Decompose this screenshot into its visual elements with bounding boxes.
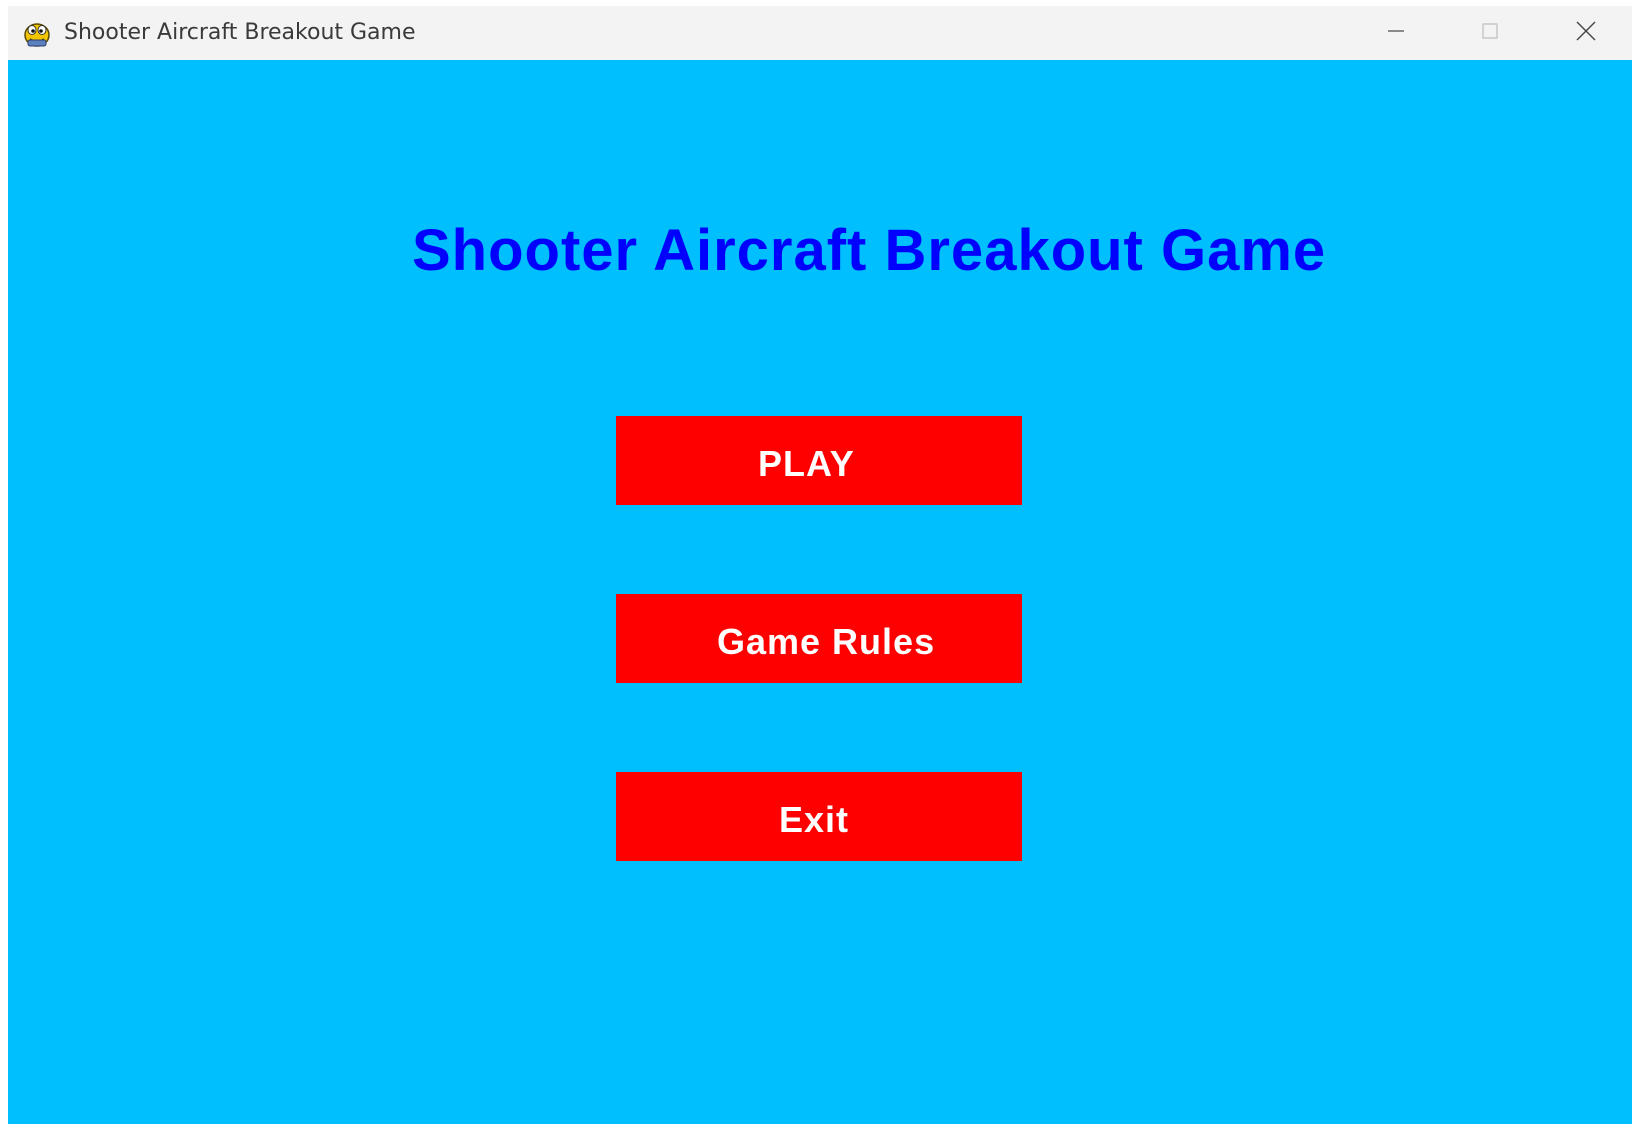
minimize-icon: [1386, 21, 1406, 46]
minimize-button[interactable]: [1350, 6, 1442, 60]
play-button-label: PLAY: [758, 443, 855, 484]
exit-button-label: Exit: [779, 799, 850, 840]
game-title: Shooter Aircraft Breakout Game: [412, 218, 1327, 283]
game-window: Shooter Aircraft Breakout Game Shooter A…: [8, 6, 1632, 1124]
play-button[interactable]: PLAY: [616, 416, 1022, 505]
window-titlebar[interactable]: Shooter Aircraft Breakout Game: [8, 6, 1632, 60]
close-icon: [1575, 20, 1597, 47]
window-title: Shooter Aircraft Breakout Game: [64, 20, 416, 45]
maximize-button[interactable]: [1444, 6, 1536, 60]
game-canvas[interactable]: Shooter Aircraft Breakout Game PLAY Game…: [8, 60, 1632, 1124]
pygame-snake-icon: [22, 18, 52, 48]
game-rules-button[interactable]: Game Rules: [616, 594, 1022, 683]
exit-button[interactable]: Exit: [616, 772, 1022, 861]
maximize-icon: [1480, 21, 1500, 46]
game-rules-button-label: Game Rules: [717, 621, 936, 662]
close-button[interactable]: [1540, 6, 1632, 60]
